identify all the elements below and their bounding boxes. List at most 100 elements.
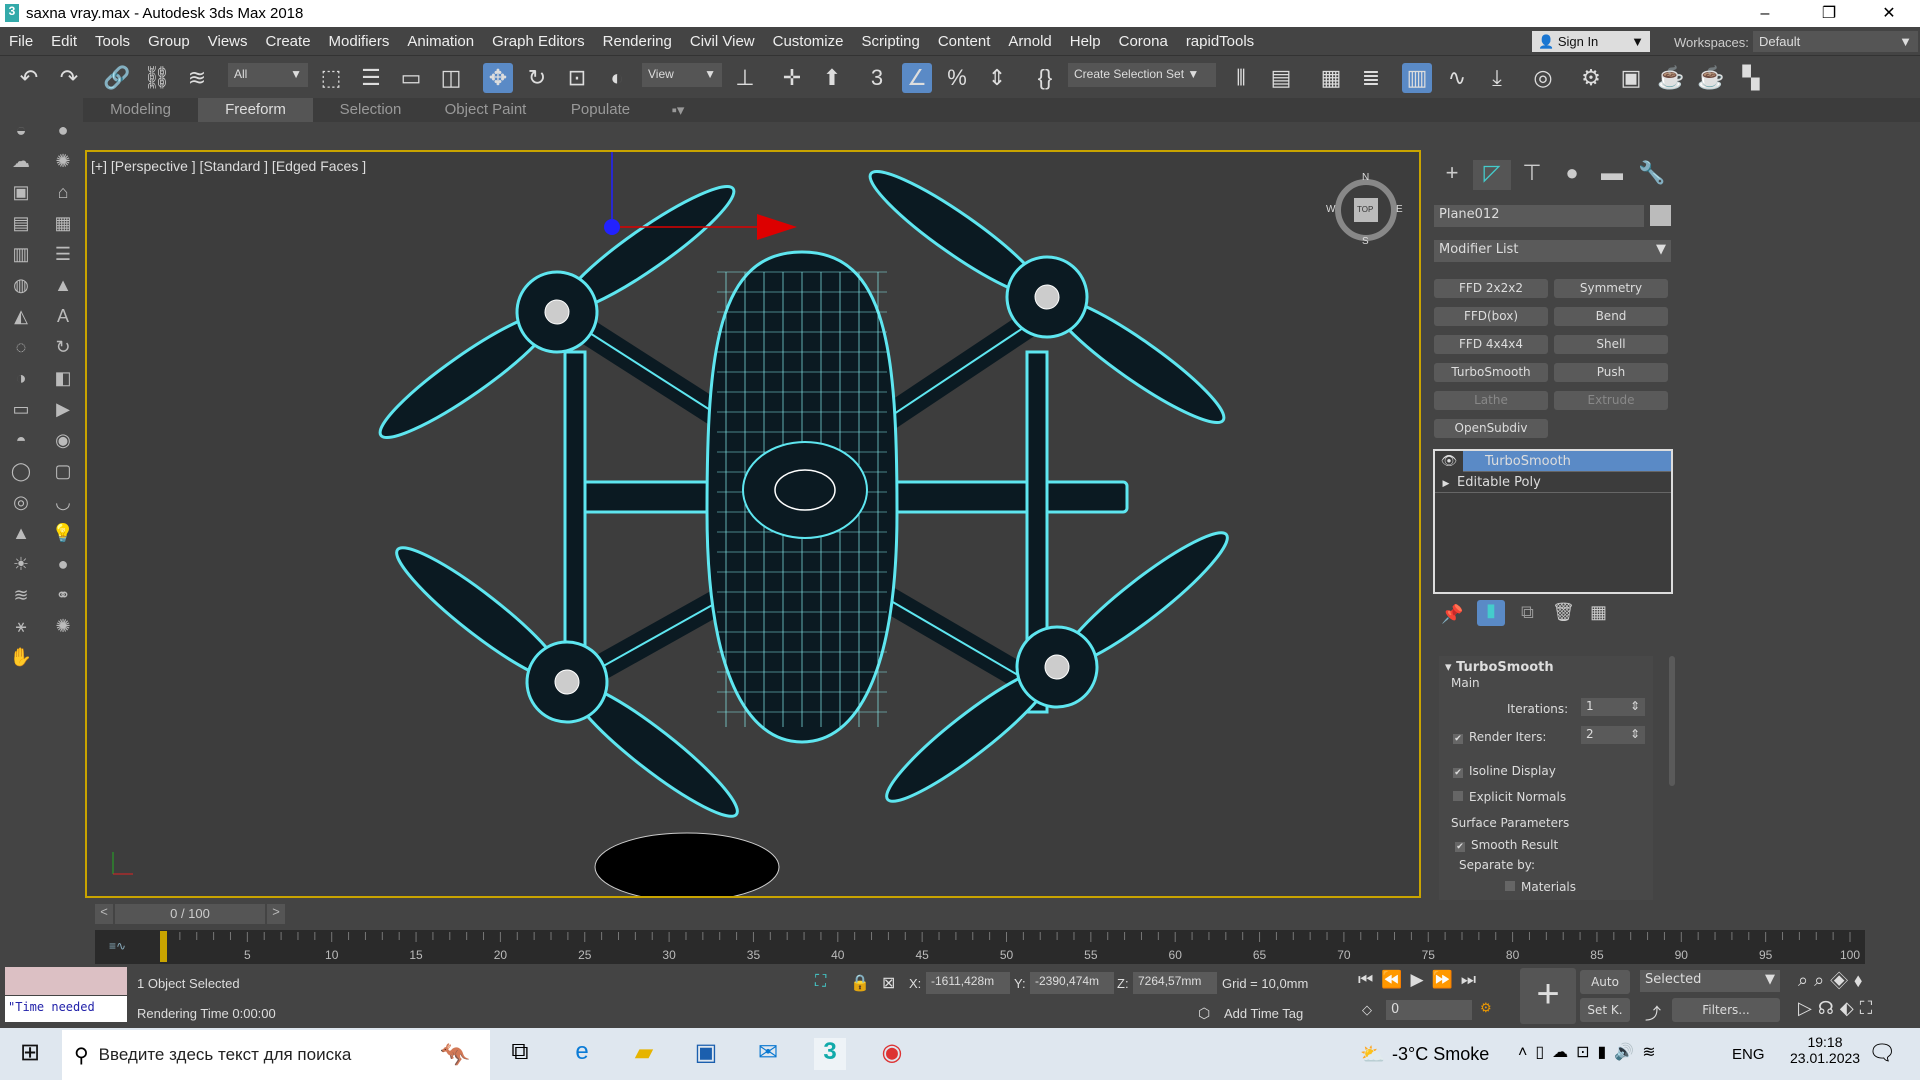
store-icon[interactable]: ▣	[690, 1038, 722, 1070]
dot-tool-icon[interactable]: ✺	[50, 151, 76, 177]
select-object-icon[interactable]: ⬚	[316, 63, 346, 93]
move-icon[interactable]: ✥	[483, 63, 513, 93]
menu-edit[interactable]: Edit	[42, 33, 86, 50]
viewcube[interactable]: N S E W TOP	[1326, 172, 1403, 247]
cylinder-tool-icon[interactable]: ◓	[8, 430, 34, 456]
light-tool-icon[interactable]: ●	[50, 120, 76, 146]
render-icon[interactable]: ☕	[1656, 63, 1686, 93]
selection-lock-icon[interactable]: 🔒	[850, 973, 870, 993]
menu-create[interactable]: Create	[257, 33, 320, 50]
start-windows-icon[interactable]: ⊞	[14, 1038, 46, 1070]
add-time-tag[interactable]: Add Time Tag	[1224, 1006, 1303, 1021]
list-tool-icon[interactable]: ☰	[50, 244, 76, 270]
edge-icon[interactable]: e	[566, 1038, 598, 1070]
globe-tool-icon[interactable]: ✺	[50, 616, 76, 642]
modifier-button-lathe[interactable]: Lathe	[1434, 391, 1548, 410]
text-tool-icon[interactable]: A	[50, 306, 76, 332]
pivot-icon[interactable]: ⊥	[730, 63, 760, 93]
minimize-button[interactable]: –	[1742, 0, 1788, 27]
absolute-mode-icon[interactable]: ⊠	[882, 973, 895, 993]
tree-tool-icon[interactable]: ▦	[50, 213, 76, 239]
close-button[interactable]: ✕	[1866, 0, 1912, 27]
hand-tool-icon[interactable]: ✋	[8, 647, 34, 673]
menu-tools[interactable]: Tools	[86, 33, 139, 50]
render-setup-icon[interactable]: ⚙	[1576, 63, 1606, 93]
named-selection-icon[interactable]: {}	[1030, 63, 1060, 93]
maximize-button[interactable]: ❐	[1806, 0, 1852, 27]
mini-curve-editor-icon[interactable]: ≡∿	[109, 939, 126, 953]
menu-group[interactable]: Group	[139, 33, 199, 50]
unlink-icon[interactable]: ⛓	[142, 63, 172, 93]
time-slider-thumb[interactable]: 0 / 100	[115, 904, 265, 924]
ribbon-toggle-icon[interactable]: ▥	[1402, 63, 1432, 93]
cone2-tool-icon[interactable]: ▲	[8, 523, 34, 549]
box-tool-icon[interactable]: ▤	[8, 213, 34, 239]
waves-tool-icon[interactable]: ≋	[8, 585, 34, 611]
render-iterative-icon[interactable]: ▚	[1736, 63, 1766, 93]
modifier-button-extrude[interactable]: Extrude	[1554, 391, 1668, 410]
ribbon-options-icon[interactable]: ▪▾	[658, 98, 698, 122]
angle-snap-icon[interactable]: ∠	[902, 63, 932, 93]
render-frame-icon[interactable]: ▣	[1616, 63, 1646, 93]
menu-modifiers[interactable]: Modifiers	[320, 33, 399, 50]
file-explorer-icon[interactable]: ▰	[628, 1038, 660, 1070]
clock[interactable]: 19:18 23.01.2023	[1790, 1034, 1860, 1066]
modifier-button-push[interactable]: Push	[1554, 363, 1668, 382]
key-mode-icon[interactable]: ◇	[1362, 1002, 1372, 1018]
viewport-nav-top[interactable]: ⌕⌕◈⬧	[1798, 970, 1868, 991]
menu-civil-view[interactable]: Civil View	[681, 33, 764, 50]
ribbon-tool-icon[interactable]: ◡	[50, 492, 76, 518]
maxscript-listener-input[interactable]: "Time needed	[5, 996, 127, 1022]
menu-file[interactable]: File	[0, 33, 42, 50]
explicit-normals-checkbox[interactable]: Explicit Normals	[1453, 790, 1566, 804]
bind-spacewarp-icon[interactable]: ≋	[182, 63, 212, 93]
render-active-icon[interactable]: ☕	[1696, 63, 1726, 93]
paint-tool-icon[interactable]: ◭	[8, 306, 34, 332]
current-frame-marker[interactable]	[160, 931, 167, 962]
sphere-shape-tool-icon[interactable]: ☁	[8, 151, 34, 177]
rect-selection-icon[interactable]: ▭	[396, 63, 426, 93]
ribbon-tab-freeform[interactable]: Freeform	[198, 98, 313, 122]
network-tool-icon[interactable]: ⚹	[8, 616, 34, 642]
menu-views[interactable]: Views	[199, 33, 257, 50]
make-unique-icon[interactable]: ⧉	[1521, 602, 1534, 623]
teapot-tool-icon[interactable]: ◒	[8, 120, 34, 146]
menu-corona[interactable]: Corona	[1110, 33, 1177, 50]
video-tool-icon[interactable]: ▶	[50, 399, 76, 425]
rig-tool-icon[interactable]: ↻	[50, 337, 76, 363]
ribbon-tab-populate[interactable]: Populate	[543, 98, 658, 122]
image-tool-icon[interactable]: ▣	[8, 182, 34, 208]
next-frame-button[interactable]: >	[267, 904, 285, 924]
frame-tool-icon[interactable]: ▢	[50, 461, 76, 487]
rotate-icon[interactable]: ↻	[522, 63, 552, 93]
menu-help[interactable]: Help	[1061, 33, 1110, 50]
materials-checkbox[interactable]: Materials	[1505, 880, 1576, 894]
set-key-button[interactable]: Set K.	[1580, 998, 1630, 1022]
maxscript-listener-pink[interactable]	[5, 967, 127, 995]
3dsmax-taskbar-icon[interactable]: 3	[814, 1038, 846, 1070]
cone-tool-icon[interactable]: ▲	[50, 275, 76, 301]
render-iters-checkbox[interactable]: ✔ Render Iters:	[1453, 730, 1546, 744]
sign-in-dropdown[interactable]: 👤 Sign In ▼	[1532, 31, 1650, 52]
system-tray-icons[interactable]: ˄▯☁⊡▮🔊≋	[1518, 1042, 1664, 1062]
ribbon-tab-object-paint[interactable]: Object Paint	[428, 98, 543, 122]
modifier-button-bend[interactable]: Bend	[1554, 307, 1668, 326]
modifier-button-ffd-2x2x2[interactable]: FFD 2x2x2	[1434, 279, 1548, 298]
window-crossing-icon[interactable]: ◫	[436, 63, 466, 93]
key-filter-dropdown[interactable]: Selected ▼	[1640, 970, 1780, 992]
scene-explorer-icon[interactable]: ▦	[1316, 63, 1346, 93]
ribbon-tab-selection[interactable]: Selection	[313, 98, 428, 122]
rollout-scrollbar[interactable]	[1669, 656, 1675, 786]
selection-filter-dropdown[interactable]: All ▼	[228, 63, 308, 87]
menu-scripting[interactable]: Scripting	[852, 33, 928, 50]
redo-icon[interactable]: ↷	[54, 63, 84, 93]
mail-icon[interactable]: ✉	[752, 1038, 784, 1070]
link-icon[interactable]: 🔗	[102, 63, 132, 93]
object-color-swatch[interactable]	[1650, 205, 1671, 226]
modifier-button-ffd-box-[interactable]: FFD(box)	[1434, 307, 1548, 326]
material-editor-icon[interactable]: ◎	[1528, 63, 1558, 93]
notifications-icon[interactable]: 🗨	[1868, 1040, 1896, 1066]
create-tab-icon[interactable]: +	[1433, 160, 1471, 190]
viewport-nav-bottom[interactable]: ▷☊⬖⛶	[1798, 998, 1878, 1019]
menu-graph-editors[interactable]: Graph Editors	[483, 33, 594, 50]
